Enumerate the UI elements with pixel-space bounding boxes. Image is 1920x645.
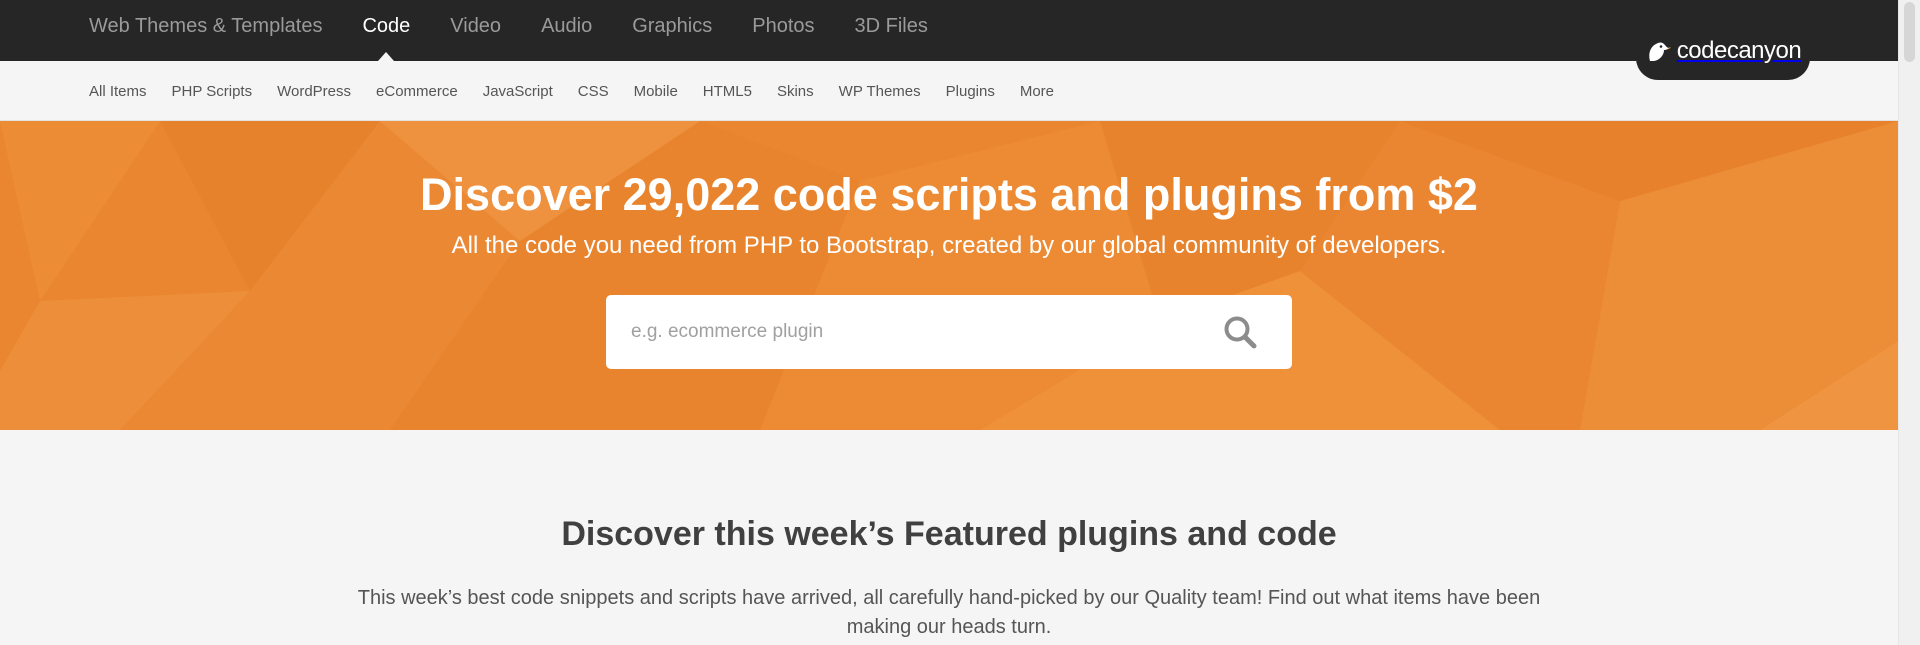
featured-title: Discover this week’s Featured plugins an… bbox=[561, 515, 1337, 553]
category-nav-bar: All Items PHP Scripts WordPress eCommerc… bbox=[0, 61, 1898, 121]
brand-name: codecanyon bbox=[1676, 37, 1802, 64]
category-nav-item-more[interactable]: More bbox=[1020, 83, 1054, 100]
brand-logo[interactable]: codecanyon bbox=[1636, 22, 1810, 80]
hero-subtitle: All the code you need from PHP to Bootst… bbox=[451, 232, 1447, 259]
category-nav-item-plugins[interactable]: Plugins bbox=[946, 83, 995, 100]
category-nav-item-php-scripts[interactable]: PHP Scripts bbox=[172, 83, 253, 100]
category-nav-item-ecommerce[interactable]: eCommerce bbox=[376, 83, 458, 100]
market-nav-item-photos[interactable]: Photos bbox=[752, 0, 814, 52]
category-nav-item-skins[interactable]: Skins bbox=[777, 83, 814, 100]
market-nav-bar: Web Themes & Templates Code Video Audio … bbox=[0, 0, 1898, 61]
category-nav: All Items PHP Scripts WordPress eCommerc… bbox=[89, 61, 1054, 121]
market-nav-item-graphics[interactable]: Graphics bbox=[632, 0, 712, 52]
page-scrollbar[interactable] bbox=[1898, 0, 1920, 645]
category-nav-item-html5[interactable]: HTML5 bbox=[703, 83, 752, 100]
hero-banner: Discover 29,022 code scripts and plugins… bbox=[0, 121, 1898, 430]
category-nav-item-mobile[interactable]: Mobile bbox=[634, 83, 678, 100]
market-nav-item-video[interactable]: Video bbox=[450, 0, 501, 52]
market-nav-item-3d-files[interactable]: 3D Files bbox=[855, 0, 928, 52]
market-nav-item-code[interactable]: Code bbox=[362, 0, 410, 61]
search-input[interactable] bbox=[606, 295, 1206, 369]
market-nav-item-web-themes[interactable]: Web Themes & Templates bbox=[89, 0, 322, 52]
market-nav-item-audio[interactable]: Audio bbox=[541, 0, 592, 52]
category-nav-item-css[interactable]: CSS bbox=[578, 83, 609, 100]
featured-description: This week’s best code snippets and scrip… bbox=[357, 587, 1541, 638]
market-nav: Web Themes & Templates Code Video Audio … bbox=[89, 0, 928, 61]
category-nav-item-javascript[interactable]: JavaScript bbox=[483, 83, 553, 100]
scrollbar-thumb[interactable] bbox=[1904, 2, 1915, 62]
search-box bbox=[606, 295, 1292, 369]
search-icon[interactable] bbox=[1222, 314, 1258, 350]
page: Web Themes & Templates Code Video Audio … bbox=[0, 0, 1920, 645]
leaf-logo-icon bbox=[1649, 42, 1671, 61]
category-nav-item-all-items[interactable]: All Items bbox=[89, 83, 147, 100]
hero-title: Discover 29,022 code scripts and plugins… bbox=[420, 169, 1478, 220]
category-nav-item-wordpress[interactable]: WordPress bbox=[277, 83, 351, 100]
category-nav-item-wp-themes[interactable]: WP Themes bbox=[839, 83, 921, 100]
hero-background-pattern bbox=[0, 121, 1898, 430]
